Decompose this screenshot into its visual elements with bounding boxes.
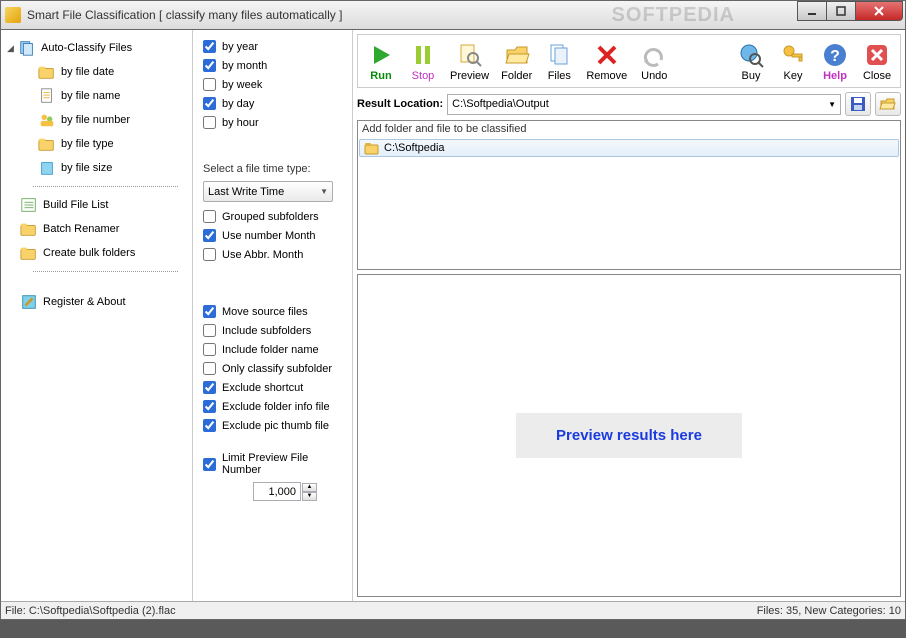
list-icon	[19, 196, 39, 214]
chevron-down-icon: ▼	[320, 187, 328, 196]
result-location-value: C:\Softpedia\Output	[452, 98, 549, 110]
folder-icon	[19, 220, 39, 238]
tree-by-file-name[interactable]: by file name	[35, 84, 188, 108]
tree-register-about[interactable]: Register & About	[5, 290, 188, 314]
tree-batch-renamer[interactable]: Batch Renamer	[5, 217, 188, 241]
run-button[interactable]: Run	[360, 37, 402, 85]
key-icon	[780, 41, 806, 69]
help-button[interactable]: ? Help	[814, 37, 856, 85]
folder-icon	[364, 141, 380, 155]
folder-open-icon	[879, 95, 897, 113]
files-icon	[17, 39, 37, 57]
list-item[interactable]: C:\Softpedia	[359, 139, 899, 157]
svg-text:?: ?	[830, 48, 840, 65]
folder-icon	[37, 135, 57, 153]
checkbox-grouped-subfolders[interactable]: Grouped subfolders	[203, 210, 344, 223]
checkbox-by-hour[interactable]: by hour	[203, 116, 344, 129]
filetime-value: Last Write Time	[208, 186, 284, 198]
x-icon	[594, 41, 620, 69]
tree-by-file-type[interactable]: by file type	[35, 132, 188, 156]
file-icon	[37, 87, 57, 105]
stop-button[interactable]: Stop	[402, 37, 444, 85]
chevron-down-icon: ▼	[828, 100, 836, 109]
softpedia-watermark: SOFTPEDIA	[612, 4, 735, 27]
checkbox-exclude-folder-info[interactable]: Exclude folder info file	[203, 400, 344, 413]
status-left: File: C:\Softpedia\Softpedia (2).flac	[5, 605, 176, 617]
remove-button[interactable]: Remove	[580, 37, 633, 85]
users-icon	[37, 111, 57, 129]
checkbox-include-folder-name[interactable]: Include folder name	[203, 343, 344, 356]
spin-up-button[interactable]: ▲	[302, 483, 317, 492]
main-panel: Run Stop Preview Folder Files Remove Und…	[353, 30, 905, 601]
result-location-combo[interactable]: C:\Softpedia\Output ▼	[447, 94, 841, 115]
folder-icon	[19, 244, 39, 262]
list-item-path: C:\Softpedia	[384, 142, 445, 154]
save-button[interactable]	[845, 92, 871, 116]
tree-by-file-size[interactable]: by file size	[35, 156, 188, 180]
limit-preview-input[interactable]	[253, 482, 301, 501]
maximize-button[interactable]	[826, 1, 856, 21]
checkbox-use-abbr-month[interactable]: Use Abbr. Month	[203, 248, 344, 261]
key-button[interactable]: Key	[772, 37, 814, 85]
checkbox-exclude-shortcut[interactable]: Exclude shortcut	[203, 381, 344, 394]
separator	[33, 271, 178, 272]
checkbox-by-month[interactable]: by month	[203, 59, 344, 72]
checkbox-use-number-month[interactable]: Use number Month	[203, 229, 344, 242]
checkbox-exclude-pic-thumb[interactable]: Exclude pic thumb file	[203, 419, 344, 432]
tree-root-auto-classify[interactable]: ◢ Auto-Classify Files	[5, 36, 188, 60]
tree-build-file-list[interactable]: Build File List	[5, 193, 188, 217]
filetime-label: Select a file time type:	[203, 163, 344, 175]
files-icon	[546, 41, 572, 69]
help-icon: ?	[822, 41, 848, 69]
filetime-combo[interactable]: Last Write Time ▼	[203, 181, 333, 202]
checkbox-by-week[interactable]: by week	[203, 78, 344, 91]
folder-icon	[37, 63, 57, 81]
minimize-button[interactable]	[797, 1, 827, 21]
close-icon	[864, 41, 890, 69]
pause-icon	[410, 41, 436, 69]
save-icon	[849, 95, 867, 113]
source-list-header: Add folder and file to be classified	[358, 121, 900, 138]
titlebar: Smart File Classification [ classify man…	[0, 0, 906, 30]
checkbox-only-classify-subfolder[interactable]: Only classify subfolder	[203, 362, 344, 375]
status-bar: File: C:\Softpedia\Softpedia (2).flac Fi…	[1, 602, 905, 619]
undo-icon	[641, 41, 667, 69]
tree-by-file-number[interactable]: by file number	[35, 108, 188, 132]
checkbox-include-subfolders[interactable]: Include subfolders	[203, 324, 344, 337]
files-button[interactable]: Files	[538, 37, 580, 85]
window-title: Smart File Classification [ classify man…	[27, 8, 342, 22]
checkbox-limit-preview[interactable]: Limit Preview File Number	[203, 452, 344, 476]
navigation-tree: ◢ Auto-Classify Files by file date by fi…	[1, 30, 193, 601]
status-right: Files: 35, New Categories: 10	[757, 605, 901, 617]
undo-button[interactable]: Undo	[633, 37, 675, 85]
browse-folder-button[interactable]	[875, 92, 901, 116]
app-icon	[5, 7, 21, 23]
preview-pane: Preview results here	[357, 274, 901, 597]
result-location-label: Result Location:	[357, 98, 443, 110]
close-window-button[interactable]	[855, 1, 903, 21]
checkbox-by-day[interactable]: by day	[203, 97, 344, 110]
options-panel: by year by month by week by day by hour …	[193, 30, 353, 601]
preview-button[interactable]: Preview	[444, 37, 495, 85]
source-list: Add folder and file to be classified C:\…	[357, 120, 901, 270]
preview-placeholder-text: Preview results here	[556, 427, 702, 444]
buy-button[interactable]: Buy	[730, 37, 772, 85]
close-app-button[interactable]: Close	[856, 37, 898, 85]
toolbar: Run Stop Preview Folder Files Remove Und…	[357, 34, 901, 88]
folder-open-icon	[504, 41, 530, 69]
tree-create-bulk-folders[interactable]: Create bulk folders	[5, 241, 188, 265]
register-icon	[19, 293, 39, 311]
spin-down-button[interactable]: ▼	[302, 492, 317, 501]
box-icon	[37, 159, 57, 177]
globe-search-icon	[738, 41, 764, 69]
checkbox-move-source[interactable]: Move source files	[203, 305, 344, 318]
separator	[33, 186, 178, 187]
checkbox-by-year[interactable]: by year	[203, 40, 344, 53]
search-file-icon	[457, 41, 483, 69]
folder-button[interactable]: Folder	[495, 37, 538, 85]
play-icon	[368, 41, 394, 69]
tree-by-file-date[interactable]: by file date	[35, 60, 188, 84]
